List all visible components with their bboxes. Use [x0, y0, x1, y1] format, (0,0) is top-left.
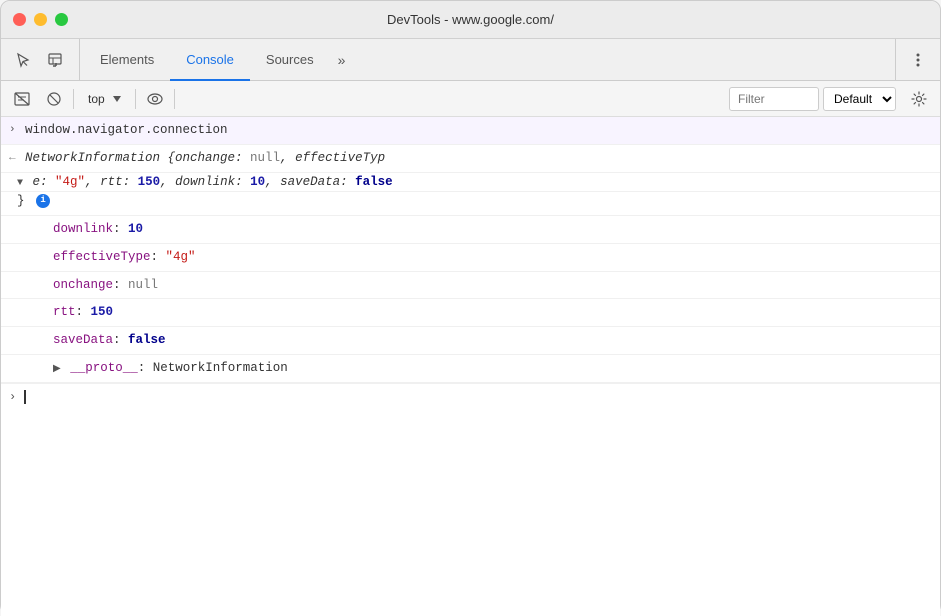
console-toolbar: top Default: [1, 81, 940, 117]
window-controls: [13, 13, 68, 26]
log-level-select[interactable]: Default: [823, 87, 896, 111]
console-output-brace: } i: [1, 192, 940, 216]
context-label: top: [88, 92, 105, 106]
clear-console-button[interactable]: [9, 86, 35, 112]
prop-effectiveType: effectiveType: "4g": [1, 244, 940, 272]
prop-onchange: onchange: null: [1, 272, 940, 300]
title-bar: DevTools - www.google.com/: [1, 1, 940, 39]
toolbar-divider-2: [135, 89, 136, 109]
prop-saveData: saveData: false: [1, 327, 940, 355]
output-expand-content: ▼ e: "4g", rtt: 150, downlink: 10, saveD…: [17, 173, 932, 192]
info-icon[interactable]: i: [36, 194, 50, 208]
settings-icon[interactable]: [906, 86, 932, 112]
prop-downlink: downlink: 10: [1, 216, 940, 244]
output-back-arrow: ←: [9, 150, 16, 167]
console-cursor: [24, 390, 26, 404]
tab-bar-tools: [9, 39, 80, 80]
output-summary: NetworkInformation {onchange: null, effe…: [25, 149, 932, 168]
tab-bar: Elements Console Sources »: [1, 39, 940, 81]
close-button[interactable]: [13, 13, 26, 26]
prop-rtt: rtt: 150: [1, 299, 940, 327]
console-prompt: ›: [9, 390, 16, 404]
prop-proto: ▶ __proto__: NetworkInformation: [1, 355, 940, 383]
tabs: Elements Console Sources »: [84, 39, 895, 80]
maximize-button[interactable]: [55, 13, 68, 26]
console-input-entry: › window.navigator.connection: [1, 117, 940, 145]
input-content: window.navigator.connection: [25, 121, 932, 140]
minimize-button[interactable]: [34, 13, 47, 26]
window-title: DevTools - www.google.com/: [387, 12, 554, 27]
tab-elements[interactable]: Elements: [84, 40, 170, 81]
tab-console[interactable]: Console: [170, 40, 250, 81]
inspect-icon[interactable]: [41, 46, 69, 74]
block-icon[interactable]: [41, 86, 67, 112]
proto-expand[interactable]: ▶: [53, 362, 61, 377]
cursor-icon[interactable]: [9, 46, 37, 74]
console-output-entry-1: ← NetworkInformation {onchange: null, ef…: [1, 145, 940, 173]
tab-bar-right: [895, 39, 932, 80]
console-output-expand-line: ▼ e: "4g", rtt: 150, downlink: 10, saveD…: [1, 173, 940, 193]
more-tabs-button[interactable]: »: [330, 39, 354, 80]
toolbar-divider-3: [174, 89, 175, 109]
kebab-menu-button[interactable]: [904, 46, 932, 74]
filter-area: Default: [729, 87, 896, 111]
filter-input[interactable]: [729, 87, 819, 111]
expand-triangle[interactable]: ▼: [17, 176, 23, 191]
tab-sources[interactable]: Sources: [250, 40, 330, 81]
eye-icon[interactable]: [142, 86, 168, 112]
console-input-row: ›: [1, 383, 940, 410]
output-brace-content: } i: [17, 192, 932, 211]
console-output-area: › window.navigator.connection ← NetworkI…: [1, 117, 940, 616]
input-arrow[interactable]: ›: [9, 122, 16, 139]
toolbar-divider-1: [73, 89, 74, 109]
context-selector[interactable]: top: [80, 89, 129, 109]
